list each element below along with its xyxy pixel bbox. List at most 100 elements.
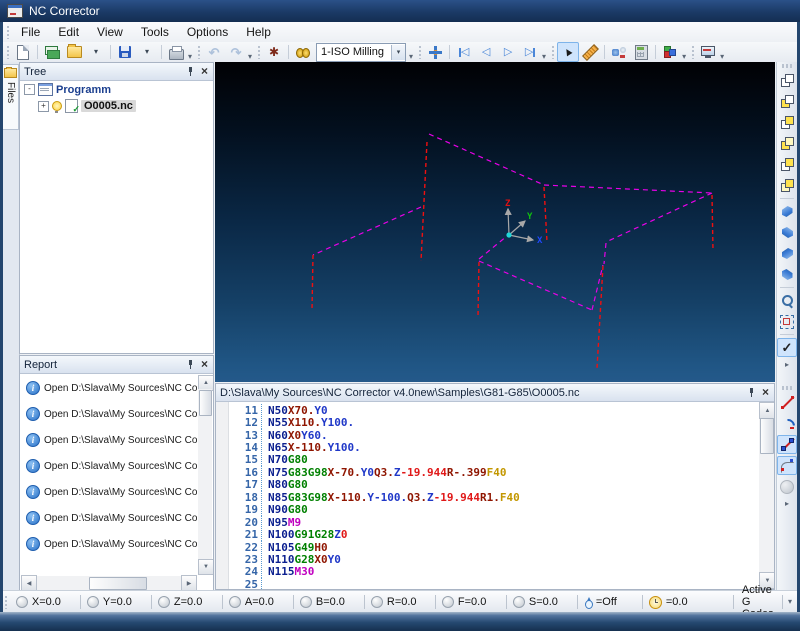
report-row[interactable]: i Open D:\Slava\My Sources\NC Corrector .: [21, 375, 197, 401]
pin-icon[interactable]: [747, 388, 756, 397]
draw-arc-button[interactable]: [777, 414, 797, 433]
interpreter-select[interactable]: 1-ISO Milling ▾: [316, 42, 407, 62]
code-line[interactable]: 14 N65X-110.Y100.: [228, 441, 758, 455]
sim-first-button[interactable]: ◁: [453, 42, 475, 62]
report-vertical-scrollbar[interactable]: ▲ ▼: [198, 375, 213, 575]
settings-monitor-button[interactable]: [697, 42, 719, 62]
render-solid-button[interactable]: [777, 477, 797, 496]
title-bar[interactable]: NC Corrector: [0, 0, 800, 22]
view-iso-ne-button[interactable]: [777, 265, 797, 284]
view-front-button[interactable]: [777, 92, 797, 111]
statusbar-overflow-icon[interactable]: ▾: [787, 597, 794, 607]
report-row[interactable]: i Open D:\Slava\My Sources\NC Corrector .: [21, 531, 197, 557]
scroll-thumb[interactable]: [760, 418, 774, 454]
report-row[interactable]: i Open D:\Slava\My Sources\NC Corrector .: [21, 479, 197, 505]
toolbar-grip[interactable]: [256, 45, 262, 59]
tree-item-program[interactable]: - Programm: [20, 81, 213, 97]
toolbar-overflow-icon[interactable]: ▾: [719, 52, 726, 62]
code-line[interactable]: 24 N115M30: [228, 565, 758, 579]
toolbar-grip[interactable]: [782, 386, 792, 390]
view-iso-se-button[interactable]: [777, 223, 797, 242]
view-bottom-button[interactable]: [777, 155, 797, 174]
code-line[interactable]: 20 N95M9: [228, 515, 758, 529]
undo-button[interactable]: ↶: [203, 42, 225, 62]
scroll-right-icon[interactable]: ▶: [181, 575, 197, 591]
close-icon[interactable]: ×: [200, 358, 209, 370]
view-back-button[interactable]: [777, 113, 797, 132]
scroll-down-icon[interactable]: ▼: [198, 559, 213, 575]
menu-file[interactable]: File: [12, 23, 49, 41]
shapes-view-button[interactable]: [659, 42, 681, 62]
machine-tools-button[interactable]: [608, 42, 630, 62]
view-iso-sw-button[interactable]: [777, 202, 797, 221]
code-line[interactable]: 25: [228, 577, 758, 589]
tree-item-file[interactable]: + O0005.nc: [34, 97, 213, 115]
toolbar-overflow-icon[interactable]: ▾: [247, 52, 254, 62]
menu-tools[interactable]: Tools: [132, 23, 178, 41]
close-icon[interactable]: ×: [200, 65, 209, 77]
report-row[interactable]: i Open D:\Slava\My Sources\NC Corrector .: [21, 453, 197, 479]
code-line[interactable]: 17 N80G80: [228, 478, 758, 492]
pin-icon[interactable]: [186, 67, 195, 76]
measure-ruler-button[interactable]: [579, 42, 601, 62]
check-program-button[interactable]: ✱: [263, 42, 285, 62]
code-lines[interactable]: 11 N50X70.Y0 12 N55X110.Y100. 13 N60X0Y60. 14 N…: [228, 403, 758, 589]
view-iso-nw-button[interactable]: [777, 244, 797, 263]
draw-line-button[interactable]: [777, 393, 797, 412]
find-button[interactable]: [292, 42, 314, 62]
menu-options[interactable]: Options: [178, 23, 237, 41]
toolbar-overflow-icon[interactable]: ▾: [681, 52, 688, 62]
zoom-window-button[interactable]: [777, 291, 797, 310]
toolbar-grip[interactable]: [196, 45, 202, 59]
toolbar-overflow-icon[interactable]: ▾: [187, 52, 194, 62]
code-line[interactable]: 21 N100G91G28Z0: [228, 528, 758, 542]
toolbar-grip[interactable]: [690, 45, 696, 59]
report-row[interactable]: i Open D:\Slava\My Sources\NC Corrector .: [21, 401, 197, 427]
menu-view[interactable]: View: [88, 23, 132, 41]
open-file-button[interactable]: [41, 42, 63, 62]
report-horizontal-scrollbar[interactable]: ◀ ▶: [21, 575, 197, 591]
tab-files[interactable]: Files: [3, 64, 19, 130]
redo-button[interactable]: ↷: [225, 42, 247, 62]
show-arc-moves-button[interactable]: [777, 456, 797, 475]
sim-step-back-button[interactable]: ◁: [475, 42, 497, 62]
save-dropdown[interactable]: ▾: [136, 42, 158, 62]
open-dropdown[interactable]: ▾: [85, 42, 107, 62]
scroll-left-icon[interactable]: ◀: [21, 575, 37, 591]
report-row[interactable]: i Open D:\Slava\My Sources\NC Corrector .: [21, 505, 197, 531]
editor-body[interactable]: 11 N50X70.Y0 12 N55X110.Y100. 13 N60X0Y60. 14 N…: [216, 402, 774, 589]
scroll-thumb[interactable]: [89, 577, 147, 590]
view-side-button[interactable]: [777, 176, 797, 195]
toolbar-grip[interactable]: [5, 45, 10, 59]
open-folder-button[interactable]: [63, 42, 85, 62]
print-button[interactable]: [165, 42, 187, 62]
sim-end-button[interactable]: ▷: [519, 42, 541, 62]
verify-path-button[interactable]: ✓: [777, 338, 797, 357]
pin-icon[interactable]: [186, 360, 195, 369]
toolbar-overflow-icon[interactable]: ▾: [408, 52, 415, 62]
toolbar-grip[interactable]: [417, 45, 423, 59]
viewport-3d[interactable]: Z Y X: [215, 62, 775, 382]
code-line[interactable]: 12 N55X110.Y100.: [228, 416, 758, 430]
code-line[interactable]: 16 N75G83G98X-70.Y0Q3.Z-19.944R-.399F40: [228, 465, 758, 479]
new-file-button[interactable]: [12, 42, 34, 62]
toolbar-overflow-icon[interactable]: ▾: [541, 52, 548, 62]
menu-edit[interactable]: Edit: [49, 23, 88, 41]
code-line[interactable]: 18 N85G83G98X-110.Y-100.Q3.Z-19.944R1.F40: [228, 490, 758, 504]
chevron-down-icon[interactable]: ▾: [391, 44, 406, 60]
close-icon[interactable]: ×: [761, 386, 770, 398]
collapse-icon[interactable]: -: [24, 84, 35, 95]
zoom-extents-button[interactable]: [777, 312, 797, 331]
menu-help[interactable]: Help: [237, 23, 280, 41]
toolbar-overflow-icon[interactable]: ▸: [785, 499, 789, 508]
code-line[interactable]: 19 N90G80: [228, 503, 758, 517]
view-top-button[interactable]: [777, 134, 797, 153]
save-button[interactable]: [114, 42, 136, 62]
code-line[interactable]: 22 N105G49H0: [228, 540, 758, 554]
report-row[interactable]: i Open D:\Slava\My Sources\NC Corrector .: [21, 427, 197, 453]
sim-play-button[interactable]: ▷: [497, 42, 519, 62]
code-line[interactable]: 13 N60X0Y60.: [228, 428, 758, 442]
code-line[interactable]: 15 N70G80: [228, 453, 758, 467]
show-line-moves-button[interactable]: [777, 435, 797, 454]
toolbar-grip[interactable]: [550, 45, 556, 59]
